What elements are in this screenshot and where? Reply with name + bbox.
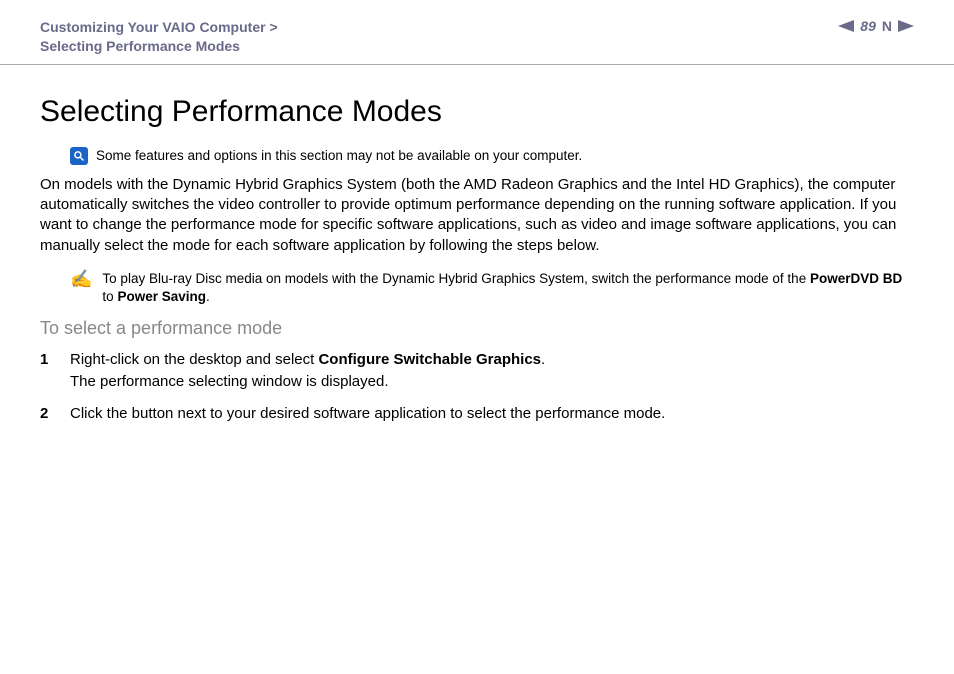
steps-list: 1 Right-click on the desktop and select … [40, 349, 914, 424]
step-number: 1 [40, 349, 52, 371]
info-note-text: Some features and options in this sectio… [96, 148, 582, 163]
pencil-icon: ✍ [70, 270, 92, 288]
pencil-bold-1: PowerDVD BD [810, 271, 902, 286]
pencil-mid: to [102, 289, 117, 304]
step-body: Right-click on the desktop and select Co… [70, 349, 545, 393]
info-note: Some features and options in this sectio… [70, 147, 914, 165]
step-line-1: Right-click on the desktop and select Co… [70, 349, 545, 371]
pencil-bold-2: Power Saving [117, 289, 206, 304]
pencil-note: ✍ To play Blu-ray Disc media on models w… [70, 270, 914, 306]
section-subtitle: To select a performance mode [40, 318, 914, 339]
step-line-2: The performance selecting window is disp… [70, 371, 545, 393]
content-area: Selecting Performance Modes Some feature… [0, 65, 954, 425]
step-line-1: Click the button next to your desired so… [70, 403, 665, 425]
pager: 89 N [838, 18, 914, 34]
page-header: Customizing Your VAIO Computer > Selecti… [0, 0, 954, 65]
breadcrumb-line-2: Selecting Performance Modes [40, 37, 278, 56]
prev-arrow-icon[interactable] [838, 20, 854, 32]
step-body: Click the button next to your desired so… [70, 403, 665, 425]
next-arrow-icon[interactable] [898, 20, 914, 32]
list-item: 1 Right-click on the desktop and select … [40, 349, 914, 393]
pencil-note-text: To play Blu-ray Disc media on models wit… [102, 270, 914, 306]
pencil-prefix: To play Blu-ray Disc media on models wit… [102, 271, 810, 286]
page-title: Selecting Performance Modes [40, 95, 914, 129]
list-item: 2 Click the button next to your desired … [40, 403, 914, 425]
step-number: 2 [40, 403, 52, 425]
magnifier-icon [70, 147, 88, 165]
n-label: N [882, 18, 892, 34]
intro-paragraph: On models with the Dynamic Hybrid Graphi… [40, 175, 914, 256]
breadcrumb-line-1: Customizing Your VAIO Computer > [40, 18, 278, 37]
page-number: 89 [860, 18, 876, 34]
breadcrumb: Customizing Your VAIO Computer > Selecti… [40, 18, 278, 56]
pencil-suffix: . [206, 289, 210, 304]
